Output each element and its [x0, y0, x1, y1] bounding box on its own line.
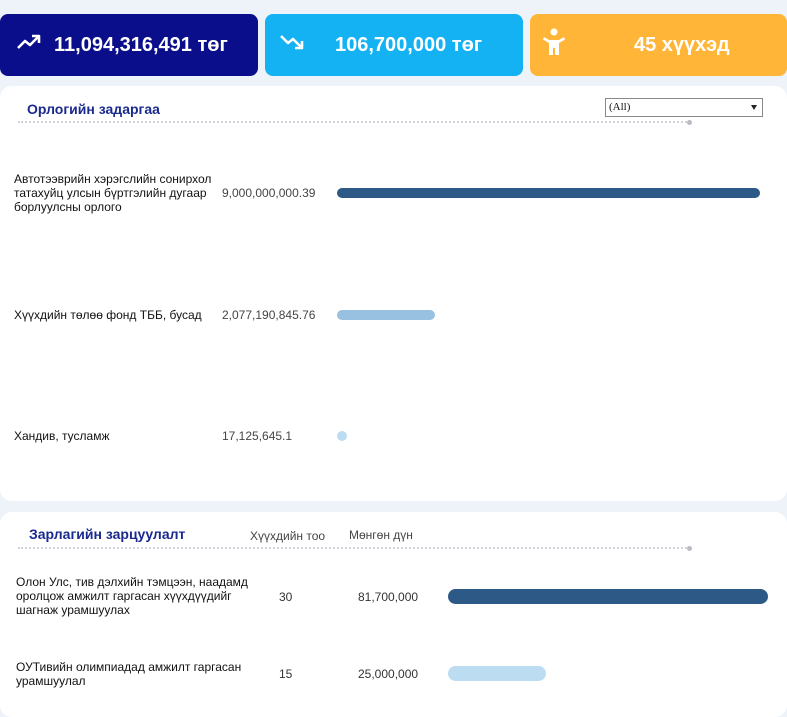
income-row-label: Хүүхдийн төлөө фонд ТББ, бусад: [14, 308, 202, 322]
income-row-label: Автотээврийн хэрэгслийн сонирхол татахуй…: [14, 172, 212, 214]
expense-breakdown-panel: Зарлагийн зарцуулалт Хүүхдийн тоо Мөнгөн…: [0, 512, 787, 717]
kpi-children-value: 45 хүүхэд: [634, 33, 730, 56]
divider-end: [687, 120, 692, 125]
expense-panel-title: Зарлагийн зарцуулалт: [29, 526, 186, 542]
expense-row-label: ОУТивийн олимпиадад амжилт гаргасан урам…: [16, 660, 242, 688]
kpi-children-count: 45 хүүхэд: [530, 14, 787, 76]
expense-row-value: 25,000,000: [358, 667, 419, 681]
expense-row-value: 81,700,000: [358, 590, 419, 604]
expense-row-children: 15: [279, 667, 293, 681]
income-row-value: 17,125,645.1: [222, 429, 293, 443]
kpi-expense-value: 106,700,000 төг: [335, 33, 483, 56]
income-row-value: 2,077,190,845.76: [222, 308, 316, 322]
divider-end: [687, 546, 692, 551]
column-header-children: Хүүхдийн тоо: [250, 529, 326, 543]
trending-down-icon: [279, 32, 305, 58]
divider: [18, 547, 690, 549]
trending-up-icon: [16, 32, 42, 58]
chevron-down-icon: [751, 105, 757, 110]
expense-row-children: 30: [279, 590, 293, 604]
filter-selected-value: (All): [609, 101, 631, 113]
income-row-value: 9,000,000,000.39: [222, 186, 316, 200]
income-bar: [337, 310, 435, 320]
income-panel-title: Орлогийн задаргаа: [27, 101, 160, 117]
kpi-total-income: 11,094,316,491 төг: [0, 14, 258, 76]
income-row-label: Хандив, тусламж: [14, 429, 110, 443]
kpi-total-expense: 106,700,000 төг: [265, 14, 523, 76]
expense-row-label: Олон Улс, тив дэлхийн тэмцээн, наадамд о…: [16, 575, 248, 617]
expense-bar: [448, 589, 768, 604]
expense-bar: [448, 666, 546, 681]
income-bar: [337, 431, 347, 441]
column-header-amount: Мөнгөн дүн: [349, 528, 413, 542]
income-filter-dropdown[interactable]: (All): [605, 98, 763, 117]
child-icon: [542, 28, 566, 62]
divider: [18, 121, 690, 123]
kpi-income-value: 11,094,316,491 төг: [54, 33, 228, 56]
income-bar: [337, 188, 760, 198]
income-breakdown-panel: Орлогийн задаргаа (All) Автотээврийн хэр…: [0, 86, 787, 501]
